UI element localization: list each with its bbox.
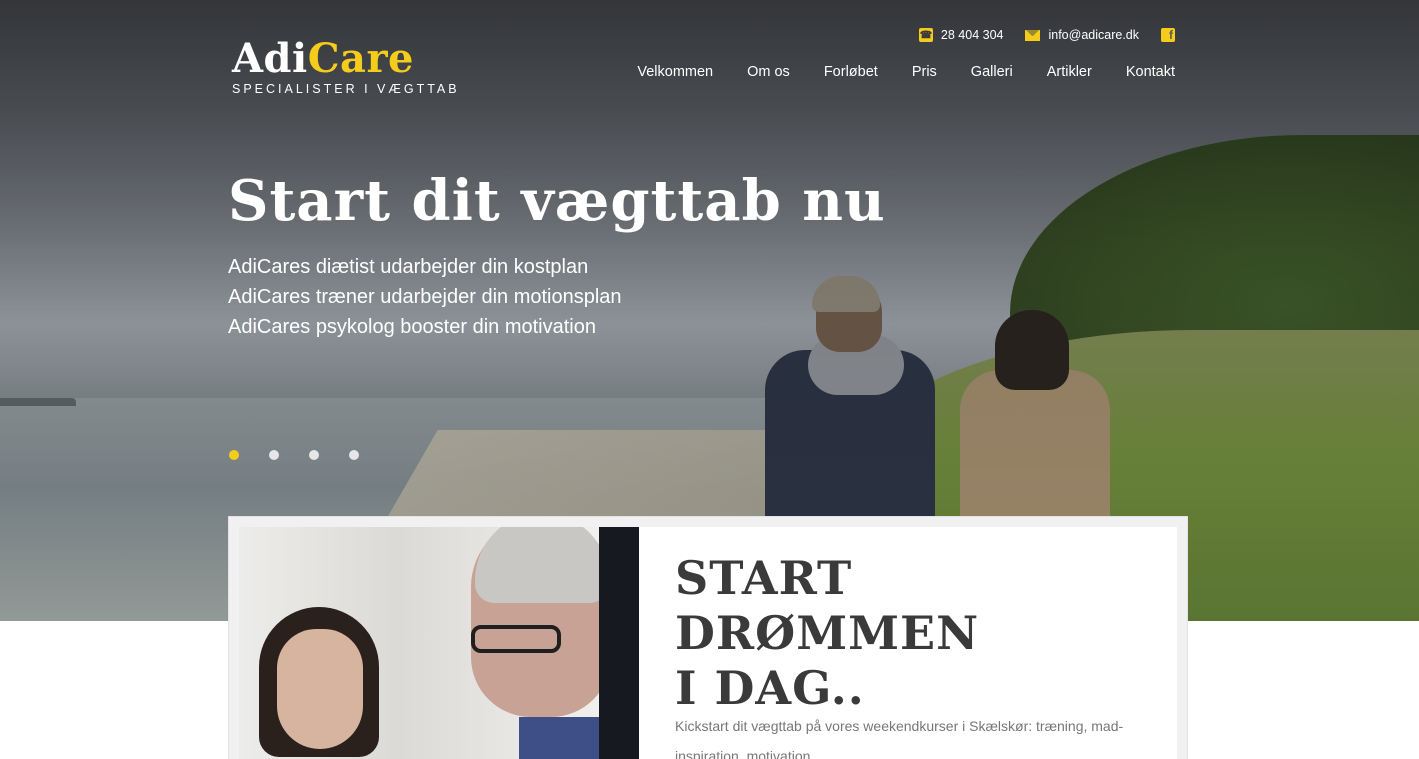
slider-dots <box>229 450 359 460</box>
feature-title-line-1: START DRØMMEN <box>675 551 980 660</box>
feature-card: START DRØMMEN I DAG.. Kickstart dit vægt… <box>228 516 1188 759</box>
feature-title-line-2: I DAG.. <box>675 661 865 715</box>
nav-item-om-os[interactable]: Om os <box>747 64 790 80</box>
hero-line-training: AdiCares træner udarbejder din motionspl… <box>228 286 622 308</box>
facebook-icon[interactable]: f <box>1161 28 1175 42</box>
nav-item-velkommen[interactable]: Velkommen <box>637 64 713 80</box>
glasses <box>471 625 561 653</box>
logo-wordmark: AdiCare <box>232 36 460 82</box>
phone-icon: ☎ <box>918 28 933 42</box>
main-nav: Velkommen Om os Forløbet Pris Galleri Ar… <box>637 64 1175 80</box>
slider-dot-2[interactable] <box>269 450 279 460</box>
logo-tagline: SPECIALISTER I VÆGTTAB <box>232 82 460 96</box>
email-link[interactable]: info@adicare.dk <box>1048 28 1139 42</box>
feature-photo <box>239 527 639 759</box>
hero-lines: AdiCares diætist udarbejder din kostplan… <box>228 252 622 342</box>
nav-item-kontakt[interactable]: Kontakt <box>1126 64 1175 80</box>
nav-item-forlobet[interactable]: Forløbet <box>824 64 878 80</box>
nav-item-galleri[interactable]: Galleri <box>971 64 1013 80</box>
slider-dot-1[interactable] <box>229 450 239 460</box>
nav-item-pris[interactable]: Pris <box>912 64 937 80</box>
logo-part-1: Adi <box>232 35 308 82</box>
slider-dot-3[interactable] <box>309 450 319 460</box>
hero-title: Start dit vægttab nu <box>228 168 886 234</box>
envelope-icon <box>1025 29 1041 41</box>
phone-number[interactable]: 28 404 304 <box>941 28 1004 42</box>
nav-item-artikler[interactable]: Artikler <box>1047 64 1092 80</box>
slider-dot-4[interactable] <box>349 450 359 460</box>
contact-bar: ☎ 28 404 304 info@adicare.dk f <box>918 28 1175 42</box>
logo-part-2: Care <box>307 35 414 82</box>
hero-line-diet: AdiCares diætist udarbejder din kostplan <box>228 256 589 278</box>
site-logo[interactable]: AdiCare SPECIALISTER I VÆGTTAB <box>232 36 460 97</box>
feature-title: START DRØMMEN I DAG.. <box>675 551 1155 716</box>
hero-line-psychology: AdiCares psykolog booster din motivation <box>228 316 596 338</box>
feature-card-inner: START DRØMMEN I DAG.. Kickstart dit vægt… <box>239 527 1177 759</box>
feature-text: Kickstart dit vægttab på vores weekendku… <box>675 718 1124 759</box>
